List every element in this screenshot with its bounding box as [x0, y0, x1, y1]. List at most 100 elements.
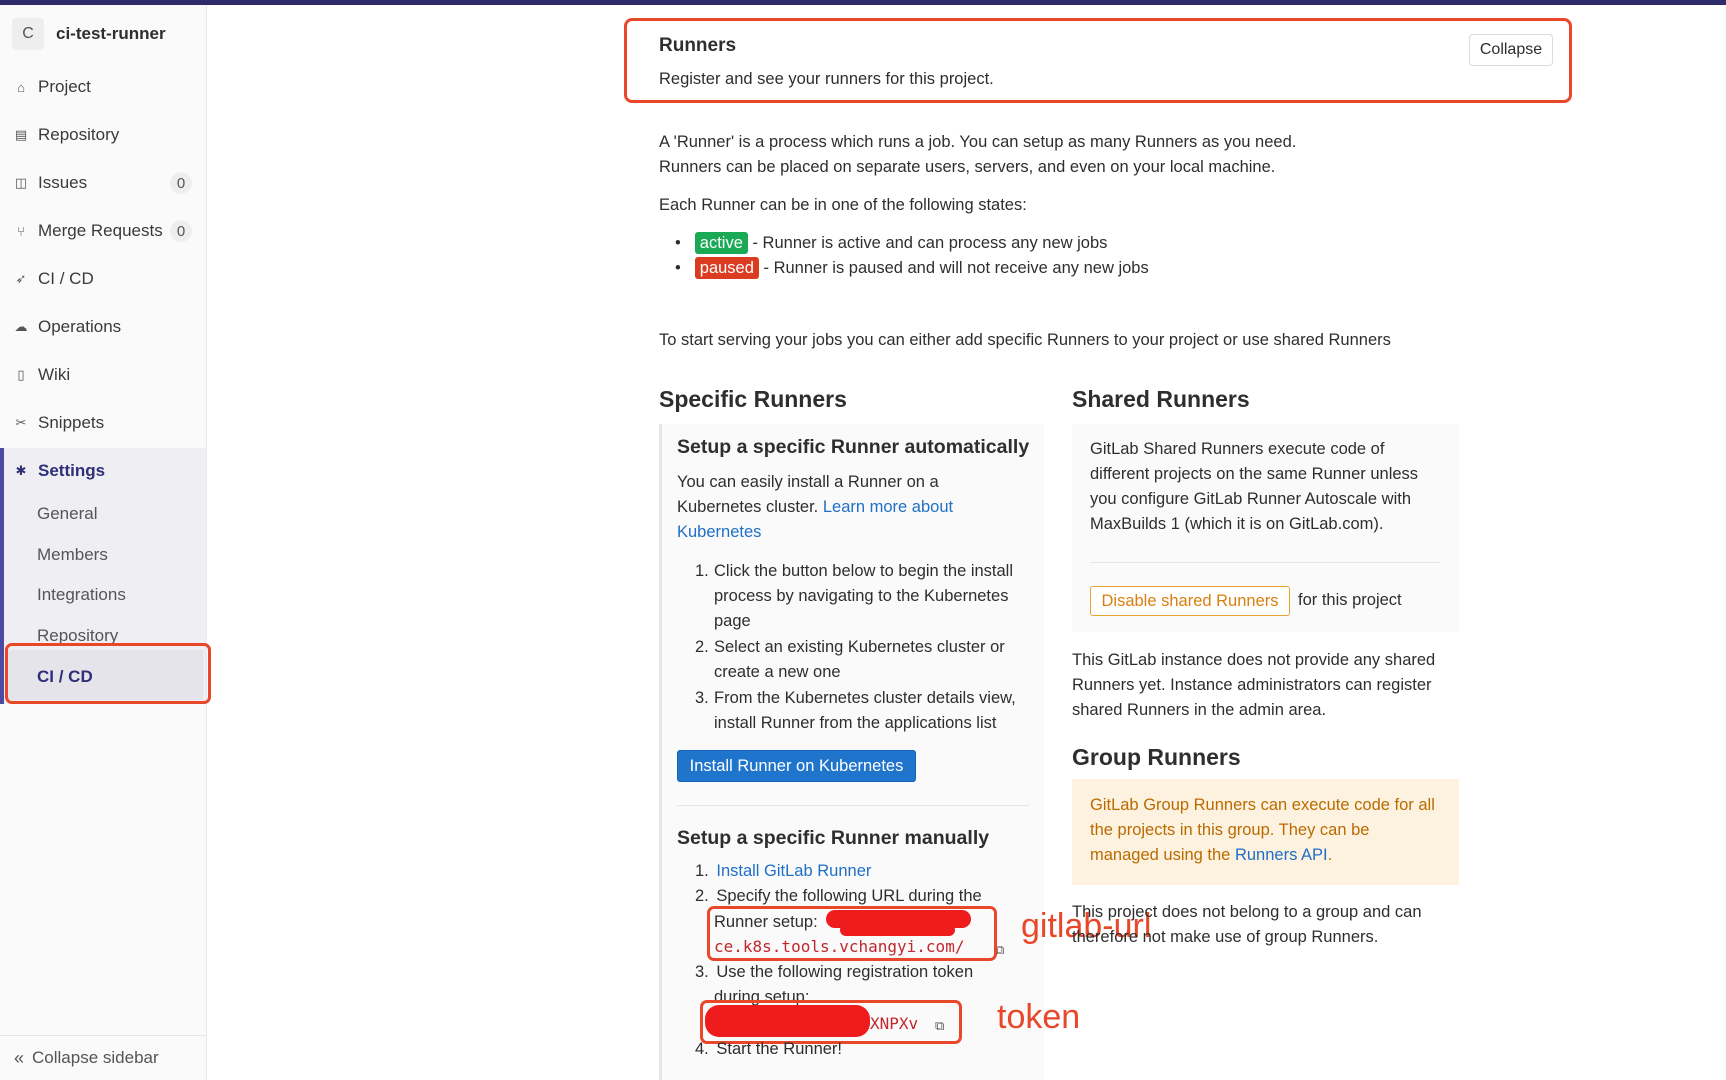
sidebar-item-label: Snippets [38, 413, 105, 432]
step-number: 3. [695, 689, 709, 707]
group-runners-note: This project does not belong to a group … [1072, 900, 1422, 950]
disable-shared-runners-button[interactable]: Disable shared Runners [1090, 586, 1290, 616]
runners-title: Runners [659, 35, 737, 56]
book-icon: ▯ [17, 367, 25, 382]
sidebar: C ci-test-runner ⌂ Project ▤ Repository … [0, 5, 207, 1080]
step-text: Specify the following URL during the [716, 887, 982, 905]
document-icon: ▤ [14, 127, 28, 142]
project-header[interactable]: C ci-test-runner [12, 18, 166, 50]
sidebar-item-issues[interactable]: ◫ Issues 0 [0, 161, 206, 205]
settings-sub-members[interactable]: Members [37, 545, 108, 565]
auto-step-2: 2. Select an existing Kubernetes cluster… [695, 635, 1005, 685]
paused-badge: paused [694, 257, 759, 279]
runners-subtitle: Register and see your runners for this p… [659, 70, 994, 88]
sidebar-item-label: Settings [38, 461, 106, 480]
collapse-button[interactable]: Collapse [1469, 34, 1553, 66]
sidebar-item-merge-requests[interactable]: ⑂ Merge Requests 0 [0, 209, 206, 253]
collapse-sidebar-label: Collapse sidebar [32, 1048, 159, 1067]
step-number: 2. [695, 887, 709, 905]
desc-line: MaxBuilds 1 (which it is on GitLab.com). [1090, 515, 1384, 533]
learn-more-kubernetes-link[interactable]: Learn more about [823, 498, 953, 516]
annotation-box-ci-cd [5, 643, 211, 704]
issues-icon: ◫ [14, 175, 28, 190]
double-chevron-left-icon: « [14, 1047, 25, 1068]
step-number: 4. [695, 1040, 709, 1058]
install-gitlab-runner-link[interactable]: Install GitLab Runner [716, 862, 871, 880]
step-text: Use the following registration token [716, 963, 974, 981]
note-line: This project does not belong to a group … [1072, 903, 1422, 921]
install-runner-kubernetes-button[interactable]: Install Runner on Kubernetes [677, 750, 916, 782]
settings-sub-general[interactable]: General [37, 504, 97, 524]
runners-states-intro: Each Runner can be in one of the followi… [659, 196, 1027, 214]
warn-punct: . [1327, 846, 1333, 864]
sidebar-item-ci-cd[interactable]: ➶ CI / CD [0, 257, 206, 301]
step-line: page [714, 612, 751, 630]
desc-line: GitLab Shared Runners execute code of [1090, 440, 1385, 458]
sidebar-item-label: Operations [38, 317, 122, 336]
warn-line: GitLab Group Runners can execute code fo… [1090, 796, 1435, 814]
auto-setup-desc-line2: Kubernetes cluster. [677, 498, 823, 516]
active-badge: active [694, 232, 748, 254]
sidebar-item-label: CI / CD [38, 269, 94, 288]
manual-step-4: 4. Start the Runner! [695, 1037, 842, 1062]
warn-line: the projects in this group. They can be [1090, 821, 1370, 839]
sidebar-item-label: Project [38, 77, 91, 96]
desc-line: different projects on the same Runner un… [1090, 465, 1419, 483]
settings-sub-integrations[interactable]: Integrations [37, 585, 126, 605]
manual-step-3: 3. Use the following registration token [695, 960, 973, 985]
runners-api-link[interactable]: Runners API [1235, 846, 1328, 864]
merge-requests-count-badge: 0 [170, 220, 192, 242]
desc-line: you configure GitLab Runner Autoscale wi… [1090, 490, 1412, 508]
kubernetes-link[interactable]: Kubernetes [677, 520, 953, 545]
panel-left-border [659, 424, 662, 1080]
auto-setup-desc-line1: You can easily install a Runner on a [677, 473, 939, 491]
manual-setup-heading: Setup a specific Runner manually [677, 827, 990, 849]
step-number: 1. [695, 862, 709, 880]
for-this-project-text: for this project [1298, 591, 1402, 609]
annotation-box-url [707, 906, 997, 961]
auto-step-3: 3. From the Kubernetes cluster details v… [695, 686, 1016, 736]
sidebar-item-wiki[interactable]: ▯ Wiki [0, 353, 206, 397]
project-name[interactable]: ci-test-runner [56, 24, 166, 44]
step-line: process by navigating to the Kubernetes [714, 587, 1009, 605]
text-line: This GitLab instance does not provide an… [1072, 651, 1436, 669]
sidebar-item-settings[interactable]: ✱ Settings [0, 449, 206, 493]
sidebar-item-operations[interactable]: ☁ Operations [0, 305, 206, 349]
step-number: 3. [695, 963, 709, 981]
step-number: 1. [695, 562, 709, 580]
sidebar-item-label: Repository [38, 125, 120, 144]
bullet: • [675, 259, 681, 277]
runners-intro-line1: A 'Runner' is a process which runs a job… [659, 133, 1297, 151]
scissors-icon: ✂ [15, 415, 27, 430]
start-serving-text: To start serving your jobs you can eithe… [659, 331, 1391, 349]
shared-divider [1090, 562, 1440, 563]
note-line: therefore not make use of group Runners. [1072, 928, 1379, 946]
annotation-token-label: token [997, 998, 1081, 1036]
auto-setup-desc: You can easily install a Runner on a Kub… [677, 470, 953, 545]
bullet: • [675, 234, 681, 252]
sidebar-item-snippets[interactable]: ✂ Snippets [0, 401, 206, 445]
sidebar-item-repository[interactable]: ▤ Repository [0, 113, 206, 157]
state-active-item: • active - Runner is active and can proce… [675, 231, 1107, 256]
top-navbar [0, 0, 1726, 5]
state-paused-text: - Runner is paused and will not receive … [758, 259, 1149, 277]
group-runners-warning-text: GitLab Group Runners can execute code fo… [1090, 793, 1435, 868]
manual-step-1: 1. Install GitLab Runner [695, 859, 871, 884]
step-line: Select an existing Kubernetes cluster or [714, 638, 1005, 656]
sidebar-item-label: Merge Requests [38, 221, 163, 240]
sidebar-item-project[interactable]: ⌂ Project [0, 65, 206, 109]
auto-setup-heading: Setup a specific Runner automatically [677, 436, 1030, 458]
step-line: Click the button below to begin the inst… [714, 562, 1014, 580]
group-runners-heading: Group Runners [1072, 744, 1241, 770]
merge-request-icon: ⑂ [17, 223, 25, 239]
state-active-text: - Runner is active and can process any n… [747, 234, 1108, 252]
collapse-sidebar-button[interactable]: « Collapse sidebar [0, 1035, 206, 1080]
step-number: 2. [695, 638, 709, 656]
runners-intro-line2: Runners can be placed on separate users,… [659, 158, 1276, 176]
text-line: Runners yet. Instance administrators can… [1072, 676, 1432, 694]
sidebar-item-label: Wiki [38, 365, 71, 384]
rocket-icon: ➶ [15, 271, 27, 286]
specific-runners-heading: Specific Runners [659, 386, 847, 412]
text-line: shared Runners in the admin area. [1072, 701, 1327, 719]
section-divider [677, 805, 1029, 806]
